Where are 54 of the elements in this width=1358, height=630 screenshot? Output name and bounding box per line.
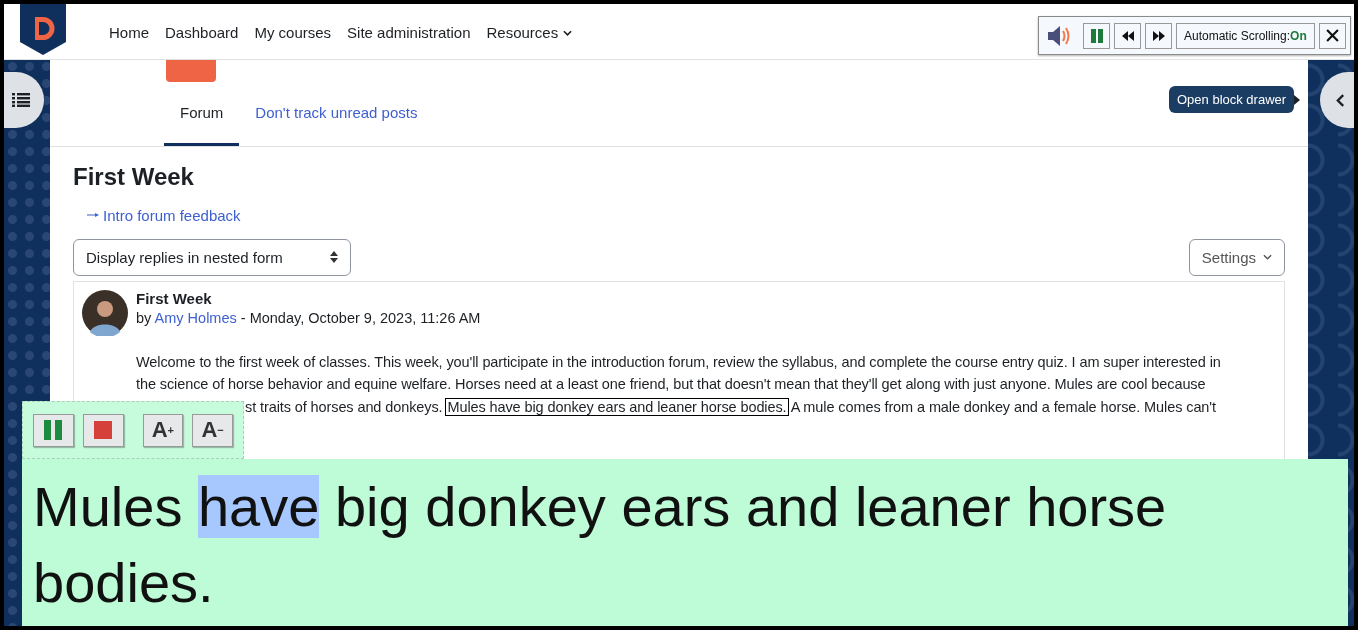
post-text: Welcome to the first week of classes. This week, you'll participate in the introduction forum, review the syllabus, and complete the course entry quiz. I am super interested in (136, 353, 1221, 370)
nav-link[interactable]: My courses (254, 24, 332, 41)
word: horse (1026, 475, 1167, 538)
arrow-icon (87, 211, 99, 219)
word: big (334, 475, 410, 538)
font-size-button[interactable]: A$^{+}$ (142, 413, 184, 447)
logo-icon[interactable] (20, 4, 66, 55)
close-button[interactable] (1318, 22, 1346, 49)
post-text: the science of horse behavior and equine welfare. Horses need at a least one friend, but that doesn't mean that they'll get along with just anyone. Mules are cool because (136, 376, 1206, 392)
stop-button[interactable] (82, 413, 124, 447)
pause-icon (44, 420, 63, 440)
display-mode-select[interactable]: Display replies in nested form (73, 238, 351, 276)
word: bodies. (33, 551, 214, 614)
highlighted-word: have (197, 475, 320, 538)
word: donkey (425, 475, 606, 538)
post-subject: First Week (136, 289, 213, 307)
post-text: A mule comes from a male donkey and a female horse. Mules can't (790, 398, 1216, 415)
chevron-icon (1335, 93, 1345, 107)
highlighted-sentence: Mules have big donkey ears and leaner horse bodies. (446, 398, 788, 415)
close-icon (1325, 29, 1339, 42)
avatar-icon (82, 289, 128, 336)
caret-icon (1263, 254, 1272, 260)
nav-link[interactable]: Resources (486, 24, 573, 41)
pause-icon (1090, 28, 1103, 43)
stop-icon (94, 421, 113, 439)
tab[interactable]: Forum (164, 82, 240, 146)
word: and (745, 475, 840, 538)
post-text: st traits of horses and donkeys. (245, 398, 443, 415)
tab[interactable]: Don't track unread posts (239, 82, 434, 146)
nav-link[interactable]: Site administration (347, 24, 471, 41)
nav-link[interactable]: Dashboard (165, 24, 239, 41)
settings-button[interactable]: Settings (1188, 238, 1285, 276)
tooltip-arrow-icon (1294, 94, 1301, 105)
tooltip: Open block drawer (1169, 86, 1295, 113)
fast-forward-button[interactable] (1145, 22, 1172, 49)
intro-forum-feedback-link[interactable]: Intro forum feedback (87, 206, 241, 224)
discussion-title: First Week (73, 163, 195, 191)
word: Mules (33, 475, 183, 538)
forum-icon (166, 60, 216, 82)
fast-forward-icon (1152, 30, 1165, 41)
post-date: - Monday, October 9, 2023, 11:26 AM (240, 309, 481, 326)
font-size-button[interactable]: A$^{−}$ (192, 413, 233, 447)
word: leaner (854, 475, 1011, 538)
pause-button[interactable] (33, 413, 74, 447)
author-link[interactable]: Amy Holmes (154, 309, 237, 326)
automatic-scrolling-button[interactable]: Automatic Scrolling:On (1176, 22, 1315, 49)
word: ears (621, 475, 731, 538)
pause-button[interactable] (1083, 22, 1110, 49)
sort-icon (330, 251, 338, 263)
rewind-icon (1121, 30, 1134, 41)
rewind-button[interactable] (1114, 22, 1141, 49)
nav-link[interactable]: Home (109, 24, 149, 41)
list-icon (12, 93, 30, 107)
by-label: by (136, 309, 152, 326)
